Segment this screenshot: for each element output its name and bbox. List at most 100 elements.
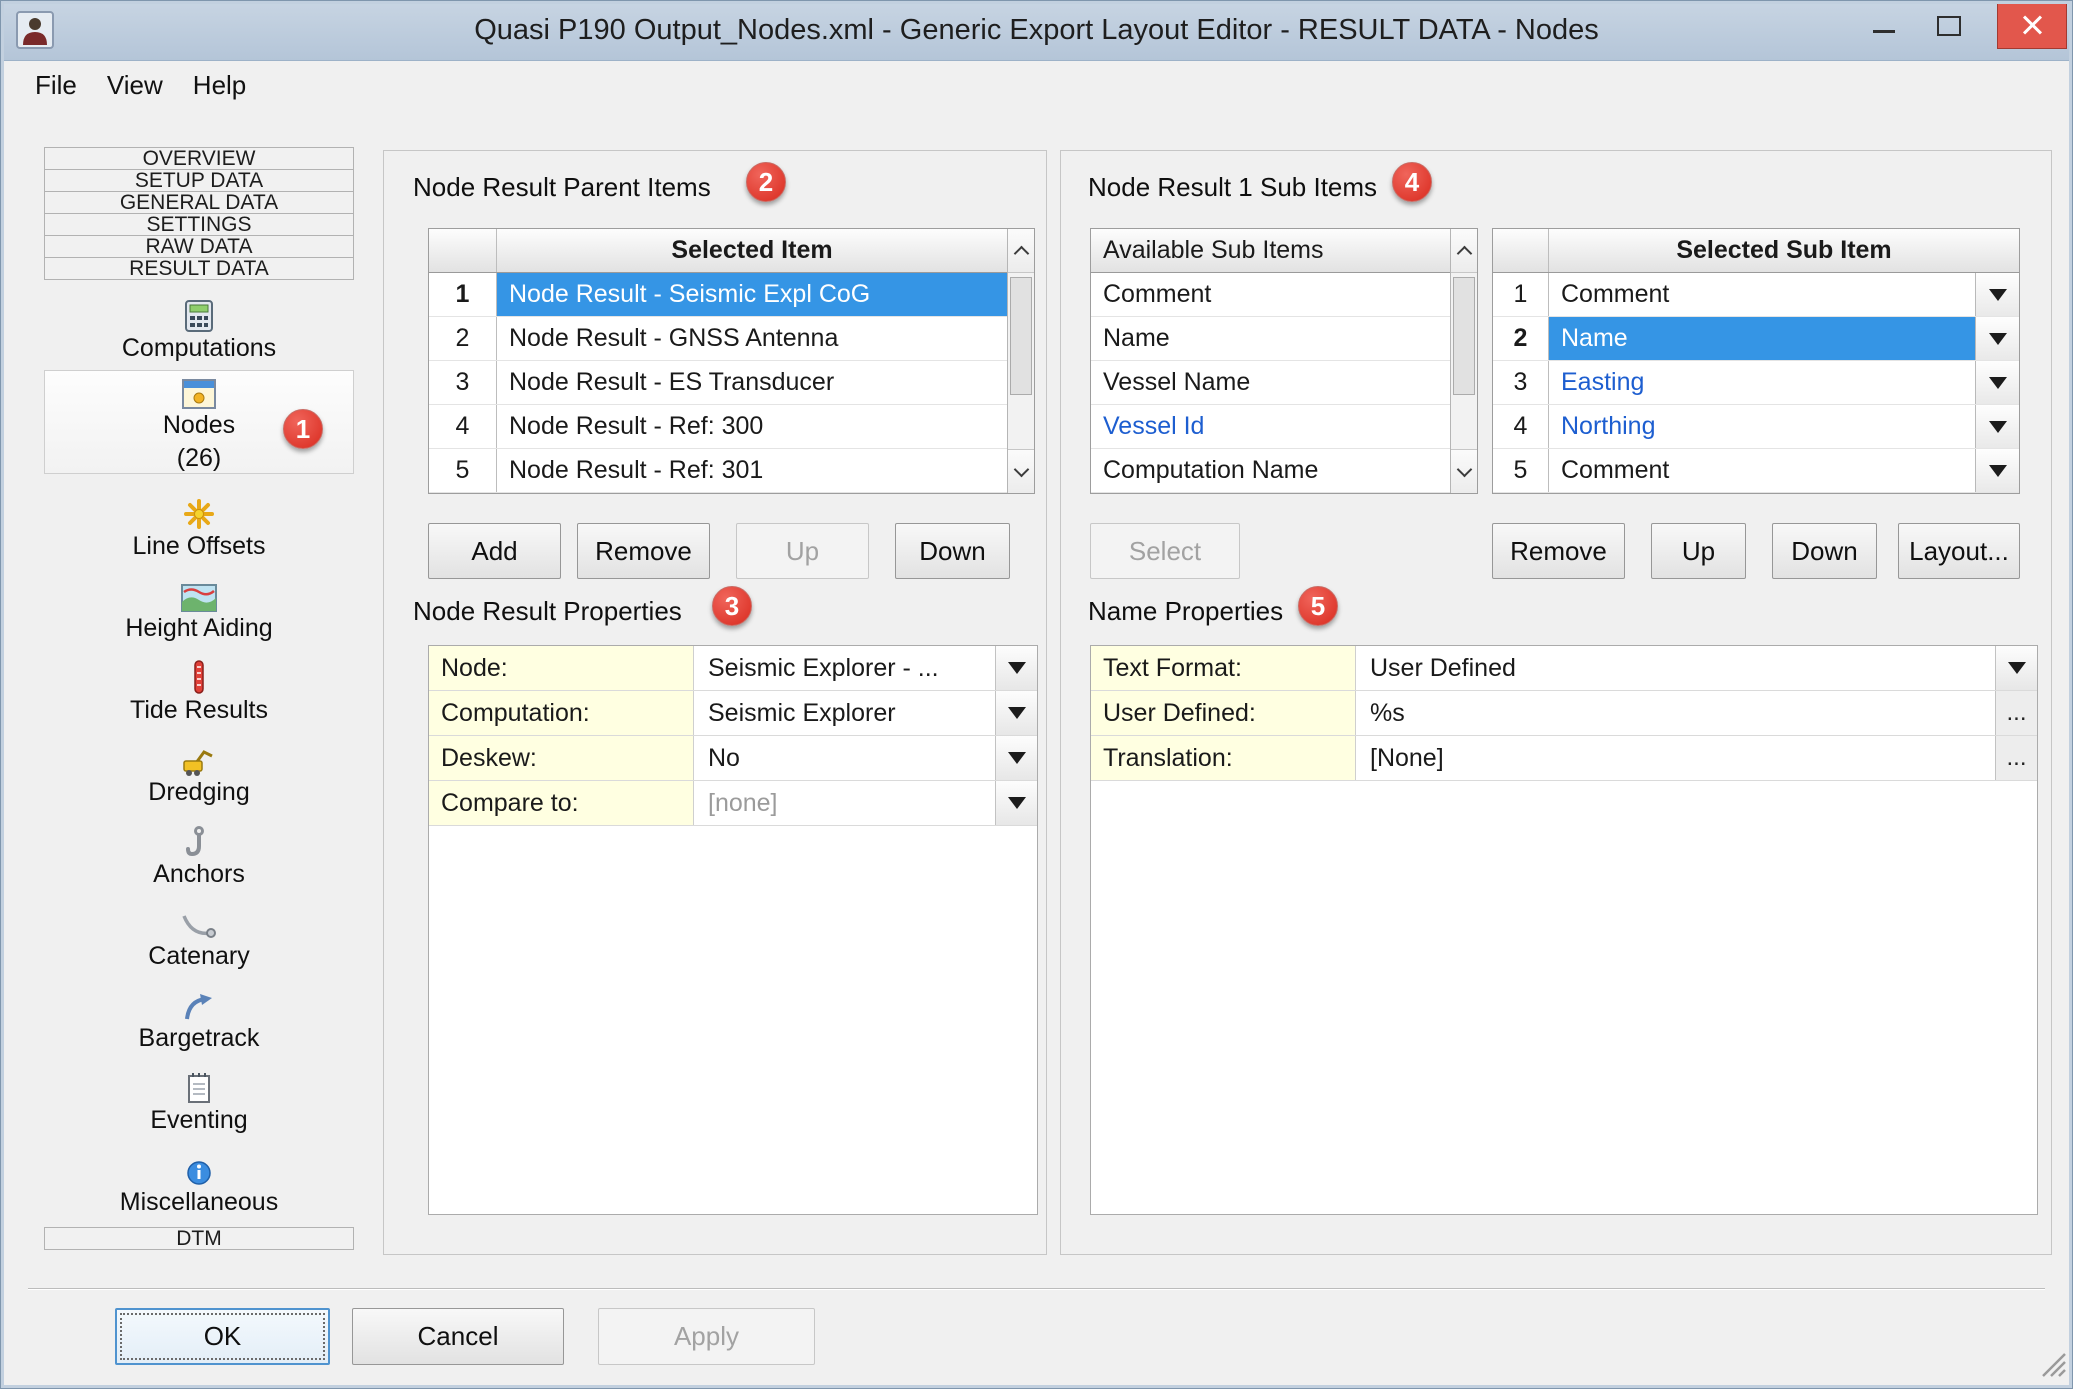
layout-button[interactable]: Layout... [1898,523,2020,579]
cancel-button[interactable]: Cancel [352,1308,564,1365]
sidebar-header-raw-data[interactable]: RAW DATA [44,235,354,258]
sidebar-header-overview[interactable]: OVERVIEW [44,147,354,170]
scrollbar[interactable] [1007,229,1034,493]
available-sub-item[interactable]: Name [1091,317,1450,361]
available-sub-item-text[interactable]: Vessel Name [1091,361,1450,404]
available-sub-item-text[interactable]: Comment [1091,273,1450,316]
scroll-up-button[interactable] [1451,229,1477,273]
up-sub-item-button[interactable]: Up [1651,523,1746,579]
selected-sub-item-row[interactable]: 5 Comment [1493,449,2019,493]
selected-sub-item-combo[interactable]: Name [1549,317,1975,360]
selected-sub-item-row[interactable]: 3 Easting [1493,361,2019,405]
dropdown-arrow[interactable] [995,646,1037,690]
scrollbar-thumb[interactable] [1453,277,1475,395]
parent-item-text[interactable]: Node Result - Ref: 301 [497,449,1007,492]
add-button[interactable]: Add [428,523,561,579]
select-button[interactable]: Select [1090,523,1240,579]
sidebar-item-catenary[interactable]: Catenary [44,902,354,980]
minimize-button[interactable] [1873,30,1895,33]
menu-help[interactable]: Help [178,64,261,107]
dropdown-arrow[interactable] [1975,405,2019,448]
sidebar-header-general-data[interactable]: GENERAL DATA [44,191,354,214]
dropdown-arrow[interactable] [1975,273,2019,316]
available-sub-item[interactable]: Vessel Name [1091,361,1450,405]
sidebar-header-dtm[interactable]: DTM [44,1227,354,1250]
sidebar-item-bargetrack[interactable]: Bargetrack [44,984,354,1062]
down-sub-item-button[interactable]: Down [1772,523,1877,579]
sidebar-item-anchors[interactable]: Anchors [44,820,354,898]
parent-item-text[interactable]: Node Result - GNSS Antenna [497,317,1007,360]
sidebar-item-miscellaneous[interactable]: Miscellaneous [44,1148,354,1226]
available-sub-item[interactable]: Vessel Id [1091,405,1450,449]
available-sub-item-text[interactable]: Name [1091,317,1450,360]
selected-sub-item-combo[interactable]: Northing [1549,405,1975,448]
parent-item-row[interactable]: 1 Node Result - Seismic Expl CoG [429,273,1007,317]
sidebar-header-result-data[interactable]: RESULT DATA [44,257,354,280]
scrollbar-thumb[interactable] [1010,277,1032,395]
scrollbar[interactable] [1450,229,1477,493]
sidebar-header-setup-data[interactable]: SETUP DATA [44,169,354,192]
ellipsis-button[interactable]: ... [1995,736,2037,780]
maximize-button[interactable] [1937,16,1961,36]
sidebar-item-nodes[interactable]: Nodes (26) 1 [44,370,354,474]
height-aiding-icon [44,574,354,612]
computation-combo[interactable]: Seismic Explorer [694,691,995,735]
selected-sub-item-row[interactable]: 2 Name [1493,317,2019,361]
selected-sub-item-row[interactable]: 1 Comment [1493,273,2019,317]
available-sub-item[interactable]: Computation Name [1091,449,1450,493]
available-sub-item[interactable]: Comment [1091,273,1450,317]
sidebar-item-line-offsets[interactable]: Line Offsets [44,492,354,570]
user-defined-field[interactable]: %s [1356,691,1995,735]
title-bar[interactable]: Quasi P190 Output_Nodes.xml - Generic Ex… [0,0,2073,61]
sidebar-item-tide-results[interactable]: Tide Results [44,656,354,734]
parent-item-row[interactable]: 2 Node Result - GNSS Antenna [429,317,1007,361]
node-combo[interactable]: Seismic Explorer - ... [694,646,995,690]
scroll-down-button[interactable] [1008,449,1034,493]
callout-badge-4: 4 [1392,162,1432,202]
parent-item-row[interactable]: 4 Node Result - Ref: 300 [429,405,1007,449]
dropdown-arrow[interactable] [995,781,1037,825]
parent-item-row[interactable]: 3 Node Result - ES Transducer [429,361,1007,405]
down-button[interactable]: Down [895,523,1010,579]
dropdown-arrow[interactable] [995,691,1037,735]
dropdown-arrow[interactable] [1975,317,2019,360]
dropdown-arrow[interactable] [995,736,1037,780]
translation-field[interactable]: [None] [1356,736,1995,780]
scroll-down-button[interactable] [1451,449,1477,493]
selected-sub-item-combo[interactable]: Comment [1549,449,1975,492]
window-title: Quasi P190 Output_Nodes.xml - Generic Ex… [0,0,2073,61]
apply-button[interactable]: Apply [598,1308,815,1365]
sidebar-item-dredging[interactable]: Dredging [44,738,354,816]
deskew-combo[interactable]: No [694,736,995,780]
resize-grip[interactable] [2039,1350,2067,1383]
close-button[interactable] [1997,0,2067,49]
sidebar-item-height-aiding[interactable]: Height Aiding [44,574,354,652]
catenary-icon [44,902,354,940]
parent-item-text[interactable]: Node Result - Ref: 300 [497,405,1007,448]
sidebar-item-eventing[interactable]: Eventing [44,1066,354,1144]
dropdown-arrow[interactable] [1975,449,2019,492]
sidebar-header-settings[interactable]: SETTINGS [44,213,354,236]
menu-file[interactable]: File [20,64,92,107]
parent-item-text[interactable]: Node Result - ES Transducer [497,361,1007,404]
selected-sub-item-combo[interactable]: Easting [1549,361,1975,404]
parent-item-text[interactable]: Node Result - Seismic Expl CoG [497,273,1007,316]
sidebar-item-computations[interactable]: Computations [44,294,354,372]
selected-sub-item-combo[interactable]: Comment [1549,273,1975,316]
compare-to-combo[interactable]: [none] [694,781,995,825]
text-format-combo[interactable]: User Defined [1356,646,1995,690]
tide-results-icon [44,656,354,694]
ok-button[interactable]: OK [115,1308,330,1365]
selected-sub-item-row[interactable]: 4 Northing [1493,405,2019,449]
ellipsis-button[interactable]: ... [1995,691,2037,735]
dropdown-arrow[interactable] [1995,646,2037,690]
parent-item-row[interactable]: 5 Node Result - Ref: 301 [429,449,1007,493]
available-sub-item-text[interactable]: Computation Name [1091,449,1450,492]
remove-sub-item-button[interactable]: Remove [1492,523,1625,579]
dropdown-arrow[interactable] [1975,361,2019,404]
menu-view[interactable]: View [92,64,178,107]
available-sub-item-text[interactable]: Vessel Id [1091,405,1450,448]
scroll-up-button[interactable] [1008,229,1034,273]
remove-button[interactable]: Remove [577,523,710,579]
up-button[interactable]: Up [736,523,869,579]
